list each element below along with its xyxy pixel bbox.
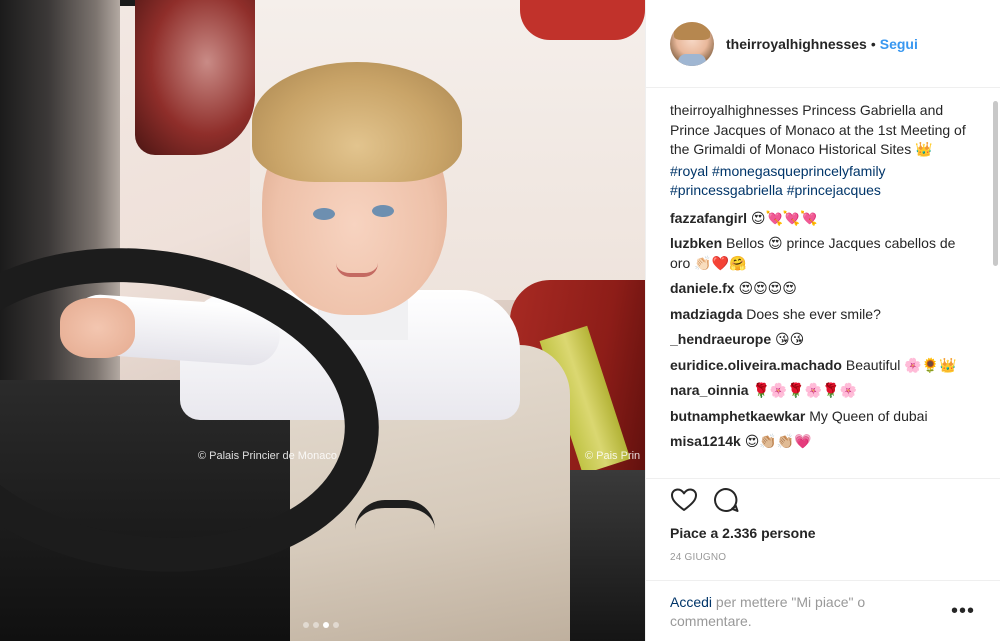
likes-count[interactable]: Piace a 2.336 persone [670,525,816,541]
comment-text: 😍💘💘💘 [750,209,818,226]
carousel-dot-active[interactable] [323,622,329,628]
photo-child-hair [252,62,462,182]
comments-list[interactable]: theirroyalhighnesses Princess Gabriella … [670,101,976,479]
comment-text: 😘😘 [775,331,805,347]
photo-eye-right [372,205,394,217]
photo-red-mirror [135,0,255,155]
avatar-dress [678,53,706,66]
carousel-dot[interactable] [303,622,309,628]
photo-watermark: © Palais Princier de Monaco [198,450,337,462]
post-header: theirroyalhighnesses • Segui [646,0,1000,88]
login-link[interactable]: Accedi [670,594,712,610]
comment-text: Beautiful 🌸🌻👑 [845,356,957,373]
photo-eye-left [313,208,335,220]
comment-username[interactable]: luzbken [670,235,722,251]
comment-text: 😍👏🏼👏🏼💗 [744,433,812,449]
comments-scrollbar[interactable] [993,101,998,266]
comment-text: Does she ever smile? [746,305,881,322]
caption-username[interactable]: theirroyalhighnesses [670,102,798,118]
more-options-icon[interactable]: ••• [951,600,975,623]
comment-item: fazzafangirl 😍💘💘💘 [670,209,976,229]
comment-username[interactable]: daniele.fx [670,280,735,296]
comment-item: euridice.oliveira.machado Beautiful 🌸🌻👑 [670,356,976,376]
post-photo[interactable]: © Palais Princier de Monaco © Pais Prin [0,0,645,641]
caption-hashtags[interactable]: #royal #monegasqueprincelyfamily #prince… [670,162,976,201]
comment-text: My Queen of dubai [809,407,928,424]
carousel-indicator [303,622,339,628]
post-date: 24 GIUGNO [670,552,727,563]
follow-button[interactable]: Segui [880,36,918,52]
comment-item: nara_oinnia 🌹🌸🌹🌸🌹🌸 [670,381,976,401]
avatar-hair [674,21,710,40]
carousel-dot[interactable] [333,622,339,628]
divider [646,580,1000,581]
comment-username[interactable]: fazzafangirl [670,210,747,226]
action-bar [670,486,740,514]
comment-bubble-icon[interactable] [712,486,740,514]
comment-username[interactable]: nara_oinnia [670,382,749,398]
photo-child-hand [60,298,135,358]
comment-item: butnamphetkaewkar My Queen of dubai [670,407,976,427]
photo-red-shape [520,0,645,40]
caption: theirroyalhighnesses Princess Gabriella … [670,101,976,160]
avatar[interactable] [670,21,714,66]
comment-username[interactable]: euridice.oliveira.machado [670,357,842,373]
comment-username[interactable]: madziagda [670,306,742,322]
header-separator: • [870,35,876,52]
photo-watermark-right: © Pais Prin [585,450,641,462]
comment-text: 🌹🌸🌹🌸🌹🌸 [752,382,858,398]
comment-username[interactable]: butnamphetkaewkar [670,408,805,424]
header-username[interactable]: theirroyalhighnesses [726,36,867,52]
comment-item: daniele.fx 😍😍😍😍 [670,279,976,299]
divider [646,478,1000,479]
carousel-dot[interactable] [313,622,319,628]
comment-text: 😍😍😍😍 [738,280,797,296]
comment-item: misa1214k 😍👏🏼👏🏼💗 [670,432,976,452]
comment-item: madziagda Does she ever smile? [670,305,976,325]
comment-username[interactable]: misa1214k [670,433,741,449]
comment-item: _hendraeurope 😘😘 [670,330,976,350]
heart-icon[interactable] [670,486,698,514]
post-sidebar: theirroyalhighnesses • Segui theirroyalh… [645,0,1000,641]
comment-item: luzbken Bellos 😍 prince Jacques cabellos… [670,234,976,273]
comment-username[interactable]: _hendraeurope [670,331,771,347]
login-prompt: Accedi per mettere "Mi piace" o commenta… [670,593,920,631]
